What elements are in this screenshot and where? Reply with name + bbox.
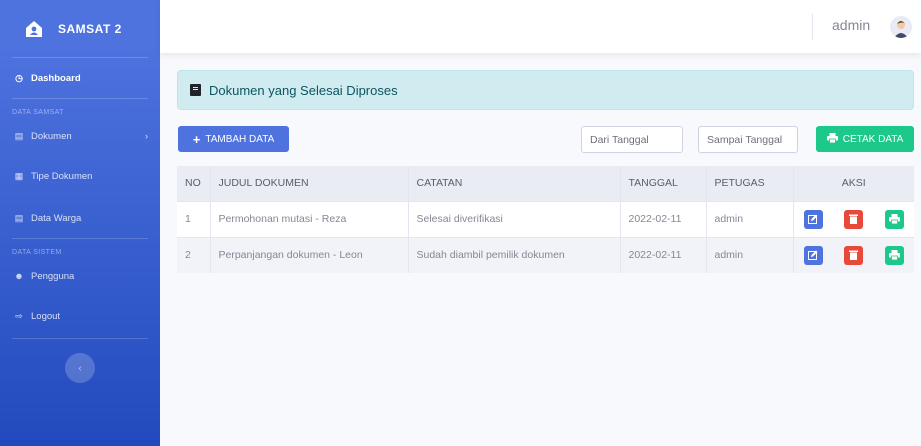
column-header[interactable]: NO: [177, 166, 210, 201]
brand-name: SAMSAT 2: [58, 21, 122, 36]
column-header[interactable]: JUDUL DOKUMEN: [209, 166, 408, 201]
print-icon: [826, 132, 838, 146]
avatar[interactable]: [890, 16, 912, 38]
column-header[interactable]: PETUGAS: [705, 166, 793, 201]
cell-catatan: Selesai diverifikasi: [407, 200, 620, 237]
table-row: 2 Perpanjangan dokumen - Leon Sudah diam…: [177, 236, 914, 273]
sidebar-item-label: Pengguna: [31, 270, 75, 282]
sidebar-item-label: Logout: [31, 310, 61, 322]
cell-no: 2: [177, 236, 210, 273]
sign-out-icon: ⇨: [15, 310, 23, 321]
edit-button[interactable]: [803, 245, 823, 265]
cell-tanggal: 2022-02-11: [619, 200, 706, 237]
sidebar-divider: [12, 338, 148, 339]
page-title: Dokumen yang Selesai Diproses: [209, 82, 398, 98]
trash-icon: [849, 250, 859, 261]
to-date-input[interactable]: [698, 126, 798, 153]
cell-petugas: admin: [705, 236, 793, 273]
print-row-button[interactable]: [885, 209, 904, 229]
column-header[interactable]: CATATAN: [407, 166, 620, 201]
print-data-label: CETAK DATA: [842, 133, 904, 145]
cell-catatan: Sudah diambil pemilik dokumen: [407, 236, 620, 273]
edit-button[interactable]: [803, 209, 823, 229]
add-data-button[interactable]: + TAMBAH DATA: [178, 126, 289, 152]
sidebar-item-label: Dokumen: [31, 130, 72, 142]
book-icon: [190, 84, 201, 96]
print-row-button[interactable]: [885, 245, 904, 265]
sidebar-heading: DATA SAMSAT: [12, 109, 64, 116]
delete-button[interactable]: [844, 209, 864, 229]
chevron-right-icon: ›: [145, 131, 148, 141]
edit-icon: [808, 214, 818, 224]
user-name[interactable]: admin: [832, 17, 870, 33]
column-header[interactable]: AKSI: [792, 166, 914, 201]
brand[interactable]: SAMSAT 2: [0, 0, 160, 57]
sidebar-item-tipe-dokumen[interactable]: ▦ Tipe Dokumen: [0, 154, 160, 198]
sidebar-heading: DATA SISTEM: [12, 249, 62, 256]
table-row: 1 Permohonan mutasi - Reza Selesai diver…: [177, 200, 914, 237]
sidebar-item-data-warga[interactable]: ▤ Data Warga: [0, 198, 160, 238]
plus-icon: +: [192, 131, 201, 147]
dashboard-icon: ◷: [15, 72, 23, 83]
from-date-input[interactable]: [581, 126, 683, 153]
documents-table: NO JUDUL DOKUMEN CATATAN TANGGAL PETUGAS…: [177, 166, 914, 273]
topbar-divider: [812, 14, 813, 40]
cell-petugas: admin: [705, 200, 793, 237]
cell-judul: Permohonan mutasi - Reza: [209, 200, 408, 237]
sidebar-item-pengguna[interactable]: ☻ Pengguna: [0, 258, 160, 294]
sidebar-item-logout[interactable]: ⇨ Logout: [0, 294, 160, 338]
cell-tanggal: 2022-02-11: [619, 236, 706, 273]
cell-judul: Perpanjangan dokumen - Leon: [209, 236, 408, 273]
sidebar-item-label: Tipe Dokumen: [31, 170, 93, 182]
print-icon: [889, 250, 900, 261]
cell-no: 1: [177, 200, 210, 237]
column-header[interactable]: TANGGAL: [619, 166, 706, 201]
page-title-alert: Dokumen yang Selesai Diproses: [177, 70, 914, 110]
topbar: admin: [160, 0, 921, 53]
sidebar-item-label: Data Warga: [31, 212, 82, 224]
sidebar-toggle-button[interactable]: ‹: [65, 353, 95, 383]
print-icon: [889, 214, 900, 224]
print-data-button[interactable]: CETAK DATA: [816, 126, 914, 152]
add-data-label: TAMBAH DATA: [205, 133, 275, 145]
chevron-left-icon: ‹: [78, 362, 82, 374]
sidebar-item-dokumen[interactable]: ▤ Dokumen ›: [0, 118, 160, 154]
sidebar-item-dashboard[interactable]: ◷ Dashboard: [0, 58, 160, 98]
house-user-icon: [22, 17, 46, 41]
folder-icon: ▤: [14, 130, 24, 141]
cell-actions: [792, 200, 914, 237]
table-header-row: NO JUDUL DOKUMEN CATATAN TANGGAL PETUGAS…: [177, 166, 914, 201]
chart-icon: ▦: [14, 170, 24, 181]
delete-button[interactable]: [844, 245, 864, 265]
user-icon: ☻: [14, 271, 24, 281]
table-icon: ▤: [14, 212, 24, 223]
sidebar-item-label: Dashboard: [31, 72, 81, 84]
edit-icon: [808, 250, 818, 261]
cell-actions: [792, 236, 914, 273]
sidebar: SAMSAT 2 ◷ Dashboard DATA SAMSAT ▤ Dokum…: [0, 0, 160, 446]
trash-icon: [849, 214, 859, 224]
